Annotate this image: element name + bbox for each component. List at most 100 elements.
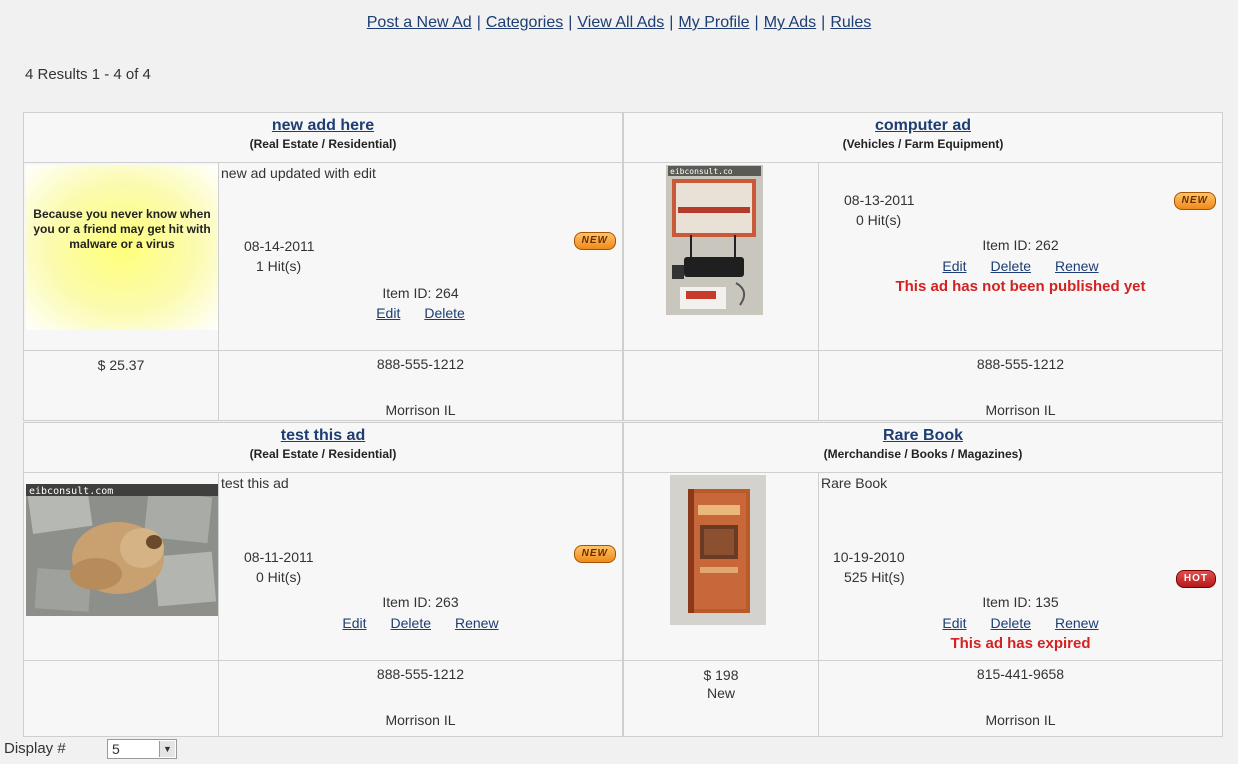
renew-link[interactable]: Renew: [1055, 258, 1099, 274]
ad-category: (Real Estate / Residential): [249, 137, 397, 151]
ad-header: new add here (Real Estate / Residential): [24, 113, 622, 163]
ad-header: test this ad (Real Estate / Residential): [24, 423, 622, 473]
ad-details: Rare Book 10-19-2010 525 Hit(s) HOT Item…: [819, 472, 1222, 660]
ad-footer: 888-555-1212 Morrison IL: [24, 660, 622, 736]
ad-condition: New: [706, 685, 735, 701]
router-photo[interactable]: eibconsult.co: [666, 165, 763, 315]
edit-link[interactable]: Edit: [342, 615, 366, 631]
display-count-select[interactable]: 5 ▼: [107, 739, 177, 759]
ad-title-link[interactable]: test this ad: [24, 427, 622, 445]
ad-hits: 0 Hit(s): [256, 569, 302, 585]
watermark-text: eibconsult.co: [670, 167, 733, 176]
ad-card: test this ad (Real Estate / Residential)…: [23, 422, 623, 737]
ad-category: (Merchandise / Books / Magazines): [823, 447, 1023, 461]
ad-card: new add here (Real Estate / Residential)…: [23, 112, 623, 421]
ad-hits: 525 Hit(s): [844, 569, 905, 585]
nav-view-all-link[interactable]: View All Ads: [577, 14, 664, 31]
display-count-value: 5: [112, 741, 120, 757]
delete-link[interactable]: Delete: [991, 615, 1031, 631]
ad-footer: $ 198 New 815-441-9658 Morrison IL: [624, 660, 1222, 736]
ad-title-link[interactable]: Rare Book: [624, 427, 1222, 445]
ad-category: (Vehicles / Farm Equipment): [842, 137, 1004, 151]
ad-date: 08-13-2011: [844, 192, 915, 208]
ad-location: Morrison IL: [985, 712, 1056, 728]
hot-badge-icon: HOT: [1175, 570, 1216, 588]
watermark-text: eibconsult.com: [29, 486, 113, 497]
ad-header: Rare Book (Merchandise / Books / Magazin…: [624, 423, 1222, 473]
ad-date: 10-19-2010: [833, 549, 905, 565]
ad-card: Rare Book (Merchandise / Books / Magazin…: [623, 422, 1223, 737]
top-nav: Post a New Ad | Categories | View All Ads | My…: [0, 14, 1238, 32]
ad-footer: 888-555-1212 Morrison IL: [624, 350, 1222, 420]
ad-price: $ 198: [703, 667, 739, 683]
ad-item-id: Item ID: 264: [382, 285, 459, 301]
nav-categories-link[interactable]: Categories: [486, 14, 563, 31]
nav-separator: |: [669, 14, 674, 31]
book-photo[interactable]: [670, 475, 766, 625]
ad-phone: 815-441-9658: [976, 666, 1065, 682]
ad-status-warning: This ad has not been published yet: [895, 278, 1146, 295]
display-count-control: Display # 5 ▼: [4, 739, 177, 759]
results-count: 4 Results 1 - 4 of 4: [25, 66, 151, 83]
ad-details: new ad updated with edit 08-14-2011 1 Hi…: [219, 162, 622, 350]
ad-item-id: Item ID: 263: [382, 594, 459, 610]
ad-status-warning: This ad has expired: [950, 635, 1091, 652]
ad-item-id: Item ID: 262: [982, 237, 1059, 253]
ad-image-cell: eibconsult.co: [624, 162, 819, 350]
ad-image-cell: Because you never know when you or a fri…: [24, 162, 219, 350]
new-badge-icon: NEW: [573, 232, 616, 250]
edit-link[interactable]: Edit: [942, 615, 966, 631]
nav-my-ads-link[interactable]: My Ads: [764, 14, 816, 31]
nav-post-ad-link[interactable]: Post a New Ad: [367, 14, 472, 31]
ad-description: new ad updated with edit: [221, 165, 376, 181]
ad-phone: 888-555-1212: [376, 356, 465, 372]
renew-link[interactable]: Renew: [1055, 615, 1099, 631]
nav-separator: |: [754, 14, 759, 31]
ad-location: Morrison IL: [985, 402, 1056, 418]
delete-link[interactable]: Delete: [991, 258, 1031, 274]
nav-separator: |: [476, 14, 481, 31]
ad-hits: 0 Hit(s): [856, 212, 902, 228]
nav-separator: |: [821, 14, 826, 31]
ad-contact-cell: 888-555-1212 Morrison IL: [219, 351, 622, 420]
ad-title-link[interactable]: computer ad: [624, 117, 1222, 135]
ad-price-cell: $ 198 New: [624, 661, 819, 736]
ad-price-cell: [24, 661, 219, 736]
ad-header: computer ad (Vehicles / Farm Equipment): [624, 113, 1222, 163]
ad-category: (Real Estate / Residential): [249, 447, 397, 461]
ad-date: 08-14-2011: [244, 238, 315, 254]
display-label: Display #: [4, 740, 66, 757]
puppy-photo[interactable]: eibconsult.com: [26, 484, 218, 616]
edit-link[interactable]: Edit: [376, 305, 400, 321]
ad-phone: 888-555-1212: [376, 666, 465, 682]
delete-link[interactable]: Delete: [424, 305, 464, 321]
ad-price-cell: $ 25.37: [24, 351, 219, 420]
new-badge-icon: NEW: [573, 545, 616, 563]
ad-image-cell: [624, 472, 819, 660]
ad-hits: 1 Hit(s): [256, 258, 302, 274]
ad-date: 08-11-2011: [244, 549, 314, 565]
renew-link[interactable]: Renew: [455, 615, 499, 631]
ad-contact-cell: 888-555-1212 Morrison IL: [819, 351, 1222, 420]
ad-price-cell: [624, 351, 819, 420]
new-badge-icon: NEW: [1173, 192, 1216, 210]
nav-rules-link[interactable]: Rules: [830, 14, 871, 31]
ad-price: $ 25.37: [97, 357, 145, 373]
chevron-down-icon[interactable]: ▼: [159, 741, 175, 757]
ad-details: 08-13-2011 0 Hit(s) NEW Item ID: 262 Edi…: [819, 162, 1222, 350]
ad-contact-cell: 888-555-1212 Morrison IL: [219, 661, 622, 736]
ad-footer: $ 25.37 888-555-1212 Morrison IL: [24, 350, 622, 420]
delete-link[interactable]: Delete: [391, 615, 431, 631]
ad-description: Rare Book: [821, 475, 888, 491]
ad-image[interactable]: Because you never know when you or a fri…: [26, 165, 218, 330]
ad-description: test this ad: [221, 475, 289, 491]
ad-location: Morrison IL: [385, 712, 456, 728]
ad-details: test this ad 08-11-2011 0 Hit(s) NEW Ite…: [219, 472, 622, 660]
ad-image-text: Because you never know when you or a fri…: [33, 207, 211, 251]
edit-link[interactable]: Edit: [942, 258, 966, 274]
ad-image-cell: eibconsult.com: [24, 472, 219, 660]
ad-location: Morrison IL: [385, 402, 456, 418]
ad-item-id: Item ID: 135: [982, 594, 1059, 610]
ad-title-link[interactable]: new add here: [24, 117, 622, 135]
nav-profile-link[interactable]: My Profile: [678, 14, 749, 31]
